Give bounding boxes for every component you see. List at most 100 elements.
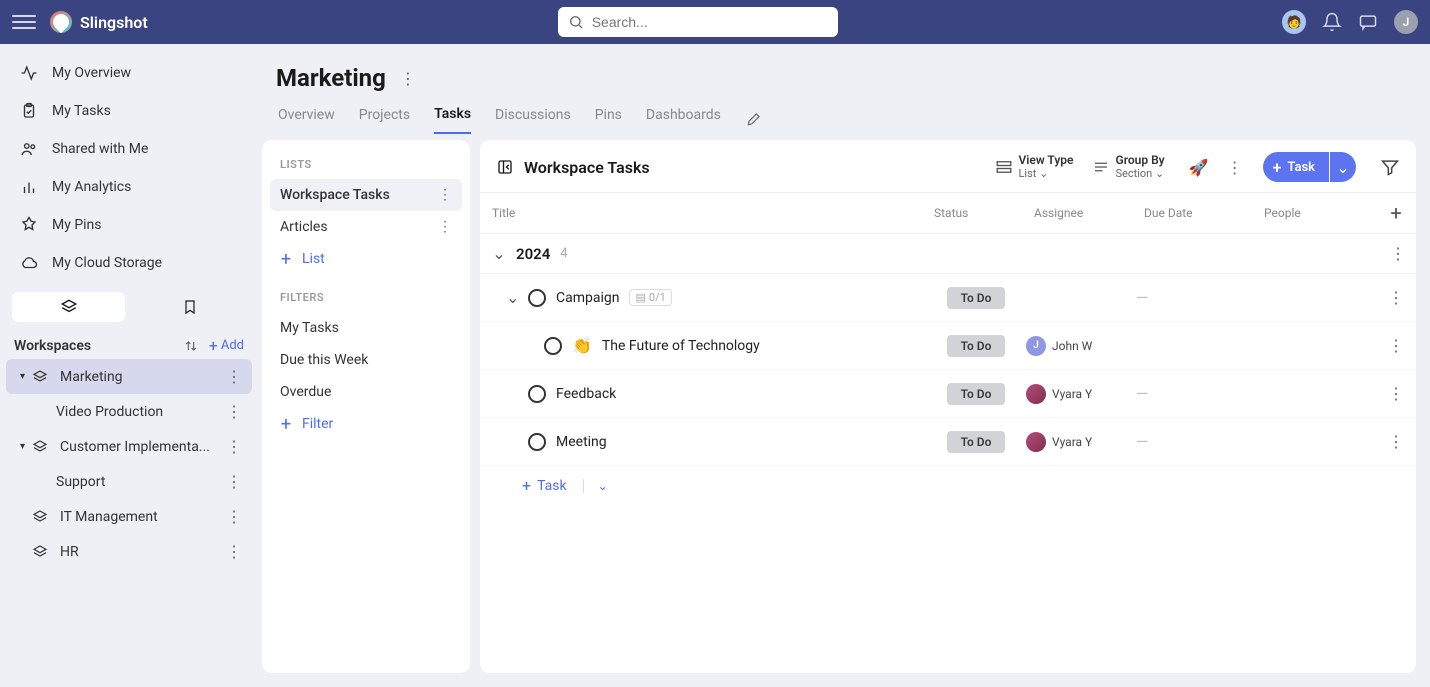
tab-overview[interactable]: Overview: [278, 107, 335, 133]
nav-pins[interactable]: My Pins: [6, 206, 252, 244]
task-row[interactable]: ⌄ Campaign ▤0/1 To Do — ⋮: [480, 274, 1416, 322]
tab-dashboards[interactable]: Dashboards: [646, 107, 721, 133]
layers-tab[interactable]: [12, 292, 125, 322]
col-due[interactable]: Due Date: [1136, 206, 1256, 220]
status-badge[interactable]: To Do: [947, 287, 1006, 309]
status-badge[interactable]: To Do: [947, 335, 1006, 357]
filter-label: Overdue: [280, 384, 452, 400]
bell-icon[interactable]: [1322, 12, 1342, 32]
nav-analytics[interactable]: My Analytics: [6, 168, 252, 206]
bookmark-tab[interactable]: [133, 292, 246, 322]
due-empty: —: [1136, 384, 1149, 403]
workspace-marketing[interactable]: ▾ Marketing ⋮: [6, 359, 252, 394]
new-task-dropdown[interactable]: ⌄: [1330, 152, 1356, 182]
more-icon[interactable]: ⋮: [226, 437, 244, 456]
page-more-icon[interactable]: ⋮: [400, 69, 416, 88]
hamburger-menu-icon[interactable]: [12, 10, 36, 34]
tab-pins[interactable]: Pins: [595, 107, 622, 133]
col-assignee[interactable]: Assignee: [1026, 206, 1136, 220]
workspace-ci[interactable]: ▾ Customer Implementa... ⋮: [6, 429, 252, 464]
nav-my-overview[interactable]: My Overview: [6, 54, 252, 92]
task-row[interactable]: Feedback To Do Vyara Y — ⋮: [480, 370, 1416, 418]
user-avatar[interactable]: J: [1394, 10, 1418, 34]
complete-toggle[interactable]: [528, 385, 546, 403]
workspace-label: Video Production: [56, 404, 226, 420]
task-row[interactable]: 👏 The Future of Technology To Do J John …: [480, 322, 1416, 370]
brand[interactable]: Slingshot: [50, 11, 148, 33]
more-icon[interactable]: ⋮: [226, 507, 244, 526]
complete-toggle[interactable]: [544, 337, 562, 355]
assignee-name: Vyara Y: [1052, 387, 1092, 401]
rocket-icon[interactable]: 🚀: [1189, 158, 1209, 177]
support-avatar-icon[interactable]: 🧑: [1282, 10, 1306, 34]
complete-toggle[interactable]: [528, 433, 546, 451]
col-status[interactable]: Status: [926, 206, 1026, 220]
add-column-button[interactable]: +: [1376, 201, 1416, 225]
group-by-value: Section: [1116, 167, 1153, 180]
lists-label: LISTS: [270, 154, 462, 179]
new-task-button[interactable]: + Task: [1263, 152, 1329, 182]
more-icon[interactable]: ⋮: [1376, 288, 1416, 307]
view-type-control[interactable]: View Type List ⌄: [995, 154, 1074, 179]
more-icon[interactable]: ⋮: [1376, 384, 1416, 403]
col-people[interactable]: People: [1256, 206, 1376, 220]
sort-icon[interactable]: [183, 338, 199, 354]
edit-icon[interactable]: [745, 112, 761, 128]
group-header[interactable]: ⌄ 2024 4 ⋮: [480, 234, 1416, 274]
panel-collapse-icon[interactable]: [496, 158, 514, 176]
search-input[interactable]: [592, 14, 828, 30]
search-box[interactable]: [558, 7, 838, 37]
add-workspace-button[interactable]: +Add: [209, 336, 244, 355]
chevron-down-icon[interactable]: ▾: [20, 371, 30, 382]
filter-due-week[interactable]: Due this Week: [270, 344, 462, 376]
workspace-support[interactable]: Support ⋮: [6, 464, 252, 499]
more-icon[interactable]: ⋮: [1376, 432, 1416, 451]
status-badge[interactable]: To Do: [947, 431, 1006, 453]
tab-discussions[interactable]: Discussions: [495, 107, 571, 133]
more-icon[interactable]: ⋮: [226, 472, 244, 491]
chevron-down-icon: ⌄: [1155, 167, 1164, 180]
status-badge[interactable]: To Do: [947, 383, 1006, 405]
panel-more-icon[interactable]: ⋮: [1227, 158, 1243, 177]
due-empty: —: [1136, 432, 1149, 451]
task-row[interactable]: Meeting To Do Vyara Y — ⋮: [480, 418, 1416, 466]
workspace-it[interactable]: ▾ IT Management ⋮: [6, 499, 252, 534]
nav-label: My Overview: [52, 65, 131, 81]
task-title: Feedback: [556, 386, 616, 402]
group-by-control[interactable]: Group By Section ⌄: [1092, 154, 1165, 179]
nav-cloud[interactable]: My Cloud Storage: [6, 244, 252, 282]
chat-icon[interactable]: [1358, 12, 1378, 32]
complete-toggle[interactable]: [528, 289, 546, 307]
layers-icon: [32, 369, 50, 385]
chevron-down-icon[interactable]: ⌄: [506, 288, 518, 307]
list-workspace-tasks[interactable]: Workspace Tasks ⋮: [270, 179, 462, 211]
more-icon[interactable]: ⋮: [226, 367, 244, 386]
list-articles[interactable]: Articles ⋮: [270, 211, 462, 243]
workspace-video[interactable]: Video Production ⋮: [6, 394, 252, 429]
add-task-dropdown[interactable]: ⌄: [583, 479, 608, 493]
nav-shared[interactable]: Shared with Me: [6, 130, 252, 168]
workspace-hr[interactable]: ▾ HR ⋮: [6, 534, 252, 569]
more-icon[interactable]: ⋮: [1376, 336, 1416, 355]
more-icon[interactable]: ⋮: [226, 542, 244, 561]
col-title[interactable]: Title: [480, 206, 926, 220]
filter-icon[interactable]: [1380, 157, 1400, 177]
more-icon[interactable]: ⋮: [1390, 244, 1404, 263]
chevron-down-icon[interactable]: ⌄: [492, 244, 506, 263]
tab-tasks[interactable]: Tasks: [434, 106, 471, 134]
more-icon[interactable]: ⋮: [438, 187, 452, 203]
filter-overdue[interactable]: Overdue: [270, 376, 462, 408]
more-icon[interactable]: ⋮: [438, 219, 452, 235]
add-filter-button[interactable]: + Filter: [270, 408, 462, 440]
group-count: 4: [560, 246, 567, 261]
tab-projects[interactable]: Projects: [359, 107, 410, 133]
chevron-down-icon[interactable]: ▾: [20, 441, 30, 452]
filter-my-tasks[interactable]: My Tasks: [270, 312, 462, 344]
nav-my-tasks[interactable]: My Tasks: [6, 92, 252, 130]
add-list-button[interactable]: + List: [270, 243, 462, 275]
more-icon[interactable]: ⋮: [226, 402, 244, 421]
group-year: 2024: [516, 245, 550, 263]
emoji-icon: 👏: [572, 336, 592, 355]
add-task-button[interactable]: + Task: [522, 476, 567, 495]
assignee-name: Vyara Y: [1052, 435, 1092, 449]
